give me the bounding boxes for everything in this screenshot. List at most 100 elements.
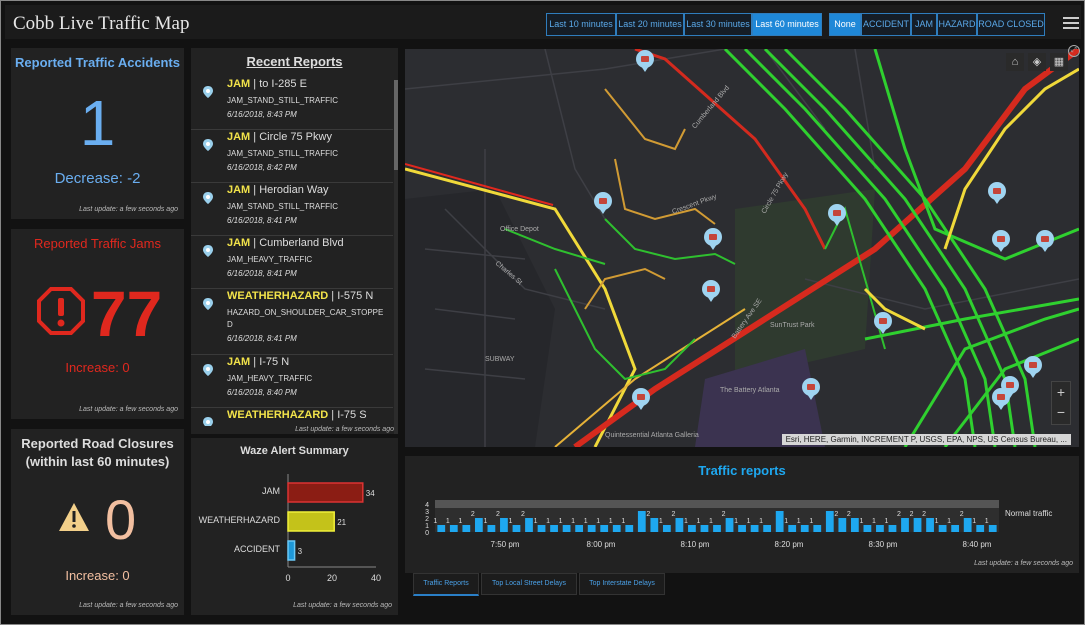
- traffic-bar: [675, 518, 684, 532]
- expand-icon[interactable]: ⤢: [1068, 45, 1080, 57]
- traffic-bar-label: 1: [784, 518, 788, 525]
- traffic-bar: [512, 525, 521, 532]
- report-item[interactable]: JAM | Circle 75 Pkwy JAM_STAND_STILL_TRAF…: [191, 129, 393, 183]
- traffic-bar: [738, 525, 746, 532]
- traffic-bar-label: 1: [596, 518, 600, 525]
- home-icon[interactable]: ⌂: [1006, 53, 1024, 71]
- traffic-bar-label: 1: [433, 518, 437, 525]
- report-time: 6/16/2018, 8:43 PM: [227, 110, 297, 119]
- traffic-bar-label: 2: [960, 511, 964, 518]
- waze-category-label: ACCIDENT: [234, 544, 281, 554]
- traffic-bar-label: 1: [609, 518, 613, 525]
- traffic-bar: [462, 525, 471, 532]
- report-headline: JAM | I-75 N: [227, 356, 289, 368]
- jams-count: 77: [91, 278, 163, 350]
- map-canvas[interactable]: Office Depot Charles St Crescent Pkwy Su…: [405, 49, 1079, 447]
- traffic-y-tick: 0: [425, 530, 429, 537]
- waze-pin-icon: [203, 86, 213, 98]
- type-filter-button[interactable]: None: [829, 13, 861, 36]
- traffic-bar-label: 1: [571, 518, 575, 525]
- report-type: JAM: [227, 131, 251, 143]
- accidents-panel: Reported Traffic Accidents 1 Decrease: -…: [11, 48, 184, 219]
- zoom-in-button[interactable]: +: [1052, 382, 1070, 402]
- waze-pin-icon: [203, 192, 213, 204]
- report-headline: WEATHERHAZARD | I-575 N: [227, 290, 373, 302]
- traffic-bar: [688, 525, 696, 532]
- report-time: 6/16/2018, 8:41 PM: [227, 334, 297, 343]
- waze-bar: [287, 482, 364, 503]
- traffic-bar: [700, 525, 709, 532]
- accidents-title: Reported Traffic Accidents: [15, 55, 180, 70]
- recent-reports-title: Recent Reports: [246, 54, 343, 69]
- traffic-bar: [788, 525, 797, 532]
- traffic-bar: [562, 525, 571, 532]
- jams-title: Reported Traffic Jams: [34, 236, 161, 251]
- traffic-bar-label: 1: [885, 518, 889, 525]
- waze-bar: [287, 511, 335, 532]
- tab-traffic-reports[interactable]: Traffic Reports: [413, 573, 479, 596]
- type-filter-button[interactable]: ACCIDENT: [861, 13, 911, 36]
- traffic-bar: [938, 525, 947, 532]
- report-list[interactable]: JAM | to I-285 E JAM_STAND_STILL_TRAFFIC 6…: [191, 76, 393, 426]
- waze-pin-icon: [203, 245, 213, 257]
- traffic-bar-label: 1: [546, 518, 550, 525]
- report-item[interactable]: WEATHERHAZARD | I-575 N HAZARD_ON_SHOULDE…: [191, 288, 393, 355]
- traffic-bar: [951, 525, 960, 532]
- type-filter-button[interactable]: JAM: [911, 13, 937, 36]
- report-headline: JAM | to I-285 E: [227, 78, 307, 90]
- traffic-bar: [976, 525, 985, 532]
- traffic-bar-label: 1: [985, 518, 989, 525]
- jam-alert-octagon-icon: [37, 287, 85, 335]
- report-list-scrollbar[interactable]: [394, 80, 398, 434]
- waze-bar-value: 21: [337, 518, 346, 527]
- waze-x-tick: 0: [285, 573, 290, 583]
- traffic-reports-last-update: Last update: a few seconds ago: [974, 560, 1073, 567]
- layers-icon[interactable]: ◈: [1028, 53, 1046, 71]
- report-headline: JAM | Circle 75 Pkwy: [227, 131, 332, 143]
- type-filter-button[interactable]: ROAD CLOSED: [977, 13, 1045, 36]
- traffic-bar: [901, 518, 909, 532]
- traffic-bar: [913, 518, 922, 532]
- report-item[interactable]: JAM | to I-285 E JAM_STAND_STILL_TRAFFIC 6…: [191, 76, 393, 130]
- traffic-bar: [449, 525, 458, 532]
- traffic-bar-label: 1: [621, 518, 625, 525]
- traffic-reports-title: Traffic reports: [698, 463, 786, 478]
- traffic-bar: [600, 525, 609, 532]
- traffic-bar: [487, 525, 496, 532]
- report-location: | Circle 75 Pkwy: [250, 131, 332, 143]
- report-item[interactable]: JAM | Cumberland Blvd JAM_HEAVY_TRAFFIC 6/…: [191, 235, 393, 289]
- traffic-bar-label: 1: [872, 518, 876, 525]
- waze-summary-panel: Waze Alert Summary JAM 34 WEATHERHAZARD 21 A…: [191, 438, 398, 615]
- traffic-reports-legend: Normal traffic: [1005, 509, 1053, 518]
- menu-icon[interactable]: [1063, 14, 1079, 30]
- report-type: WEATHERHAZARD: [227, 290, 329, 302]
- time-filter-button[interactable]: Last 60 minutes: [752, 13, 822, 36]
- report-subtype: JAM_STAND_STILL_TRAFFIC: [227, 96, 338, 105]
- tab-top-interstate-delays[interactable]: Top Interstate Delays: [579, 573, 665, 595]
- type-filter-button[interactable]: HAZARD: [937, 13, 977, 36]
- basemap-gallery-icon[interactable]: ▦: [1050, 53, 1068, 71]
- traffic-bar-label: 1: [972, 518, 976, 525]
- waze-bar-value: 34: [366, 489, 375, 498]
- waze-x-tick: 40: [371, 573, 381, 583]
- traffic-x-tick: 8:00 pm: [587, 540, 616, 549]
- time-filter-button[interactable]: Last 20 minutes: [616, 13, 684, 36]
- traffic-map[interactable]: Office Depot Charles St Crescent Pkwy Su…: [405, 49, 1079, 447]
- traffic-bar-label: 1: [797, 518, 801, 525]
- traffic-bar: [863, 525, 872, 532]
- traffic-bar: [963, 518, 972, 532]
- traffic-bar-label: 2: [910, 511, 914, 518]
- traffic-bar-label: 2: [521, 511, 525, 518]
- accidents-change: Decrease: -2: [54, 170, 141, 187]
- traffic-bar-label: 2: [496, 511, 500, 518]
- traffic-bar: [876, 525, 884, 532]
- report-item[interactable]: WEATHERHAZARD | I-75 S: [191, 407, 393, 426]
- report-item[interactable]: JAM | Herodian Way JAM_STAND_STILL_TRAFFI…: [191, 182, 393, 236]
- time-filter-button[interactable]: Last 10 minutes: [546, 13, 616, 36]
- report-item[interactable]: JAM | I-75 N JAM_HEAVY_TRAFFIC 6/16/2018, …: [191, 354, 393, 408]
- time-filter-button[interactable]: Last 30 minutes: [684, 13, 752, 36]
- traffic-bar: [713, 525, 721, 532]
- traffic-bar-label: 1: [659, 518, 663, 525]
- zoom-out-button[interactable]: −: [1052, 402, 1070, 422]
- tab-top-local-street-delays[interactable]: Top Local Street Delays: [481, 573, 577, 595]
